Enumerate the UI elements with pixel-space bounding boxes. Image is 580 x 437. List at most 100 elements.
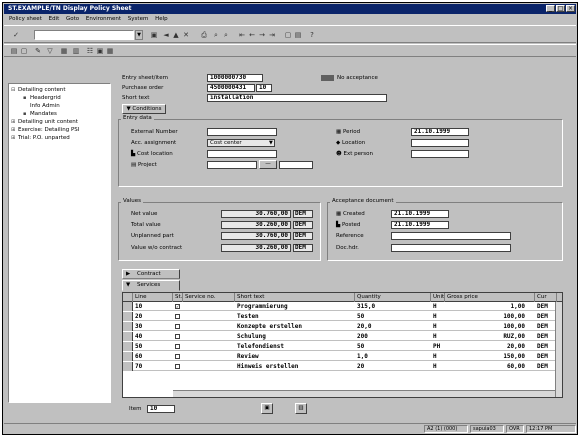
cell-price[interactable]: 1,00 xyxy=(445,302,535,311)
details-button[interactable]: ▣ xyxy=(261,403,273,414)
services-icon[interactable]: ☷ xyxy=(86,47,94,55)
help-icon[interactable]: ? xyxy=(308,31,316,39)
project-field[interactable] xyxy=(207,161,257,169)
table-row[interactable]: 50 Telefondienst 50 PH 20,00 DEM xyxy=(123,342,562,351)
cell-text[interactable]: Hinweis erstellen xyxy=(235,362,355,371)
cell-currency[interactable]: DEM xyxy=(535,322,557,331)
created-field[interactable]: 21.10.1999 xyxy=(391,210,449,218)
table-row[interactable]: 10 ✓ Programmierung 315,0 H 1,00 DEM xyxy=(123,302,562,311)
cell-quantity[interactable]: 200 xyxy=(355,332,431,341)
exit-icon[interactable]: ▲ xyxy=(172,31,180,39)
column-header-currency[interactable]: Cur xyxy=(535,293,557,302)
reference-field[interactable] xyxy=(391,232,511,240)
row-checkbox[interactable] xyxy=(175,334,180,339)
cell-price[interactable]: 20,00 xyxy=(445,342,535,351)
tab-contract[interactable]: ▶ Contract xyxy=(122,269,180,279)
cell-price[interactable]: 100,00 xyxy=(445,322,535,331)
row-selector[interactable] xyxy=(123,332,133,341)
row-checkbox[interactable] xyxy=(175,354,180,359)
cell-line[interactable]: 30 xyxy=(133,322,173,331)
column-header-status[interactable]: St. xyxy=(173,293,183,302)
row-selector[interactable] xyxy=(123,312,133,321)
tree-item[interactable]: ⊟ Detailing content xyxy=(11,87,66,94)
command-dropdown-button[interactable]: ▼ xyxy=(135,30,143,40)
acct-assign-select[interactable]: Cost center xyxy=(207,139,275,147)
cell-currency[interactable]: DEM xyxy=(535,352,557,361)
chevron-down-icon[interactable]: ▼ xyxy=(269,140,273,146)
cell-price[interactable]: RUZ,00 xyxy=(445,332,535,341)
ext-person-field[interactable] xyxy=(411,150,469,158)
filter-icon[interactable]: ▽ xyxy=(46,47,54,55)
row-checkbox[interactable] xyxy=(175,314,180,319)
cell-line[interactable]: 40 xyxy=(133,332,173,341)
delete-button[interactable]: ▥ xyxy=(295,403,307,414)
table-row[interactable]: 20 Testen 50 H 100,00 DEM xyxy=(123,312,562,321)
conditions-button[interactable]: ▼ Conditions xyxy=(122,104,166,114)
tree-item[interactable]: ⊞ Trial: P.O. unparted xyxy=(11,135,70,142)
cell-currency[interactable]: DEM xyxy=(535,332,557,341)
row-selector[interactable] xyxy=(123,302,133,311)
menu-policy-sheet[interactable]: Policy sheet xyxy=(9,16,42,22)
copy-icon[interactable]: ▥ xyxy=(72,47,80,55)
cell-currency[interactable]: DEM xyxy=(535,312,557,321)
row-checkbox[interactable] xyxy=(175,344,180,349)
table-vertical-scrollbar[interactable] xyxy=(555,302,562,397)
column-header-text[interactable]: Short text xyxy=(235,293,355,302)
enter-icon[interactable]: ✓ xyxy=(12,31,20,39)
table-row[interactable]: 40 Schulung 200 H RUZ,00 DEM xyxy=(123,332,562,341)
menu-edit[interactable]: Edit xyxy=(49,16,60,22)
next-page-icon[interactable]: → xyxy=(258,31,266,39)
cell-price[interactable]: 100,00 xyxy=(445,312,535,321)
cell-text[interactable]: Schulung xyxy=(235,332,355,341)
cell-text[interactable]: Konzepte erstellen xyxy=(235,322,355,331)
posted-field[interactable]: 21.10.1999 xyxy=(391,221,449,229)
new-session-icon[interactable]: ▢ xyxy=(284,31,292,39)
shortcut-icon[interactable]: ▤ xyxy=(294,31,302,39)
menu-goto[interactable]: Goto xyxy=(66,16,79,22)
cell-unit[interactable]: H xyxy=(431,362,445,371)
cell-text[interactable]: Review xyxy=(235,352,355,361)
cell-text[interactable]: Programmierung xyxy=(235,302,355,311)
cell-unit[interactable]: H xyxy=(431,302,445,311)
project-extra-field[interactable] xyxy=(279,161,313,169)
cell-currency[interactable]: DEM xyxy=(535,362,557,371)
print-icon[interactable]: ⎙ xyxy=(200,31,208,39)
cell-quantity[interactable]: 50 xyxy=(355,312,431,321)
entry-sheet-field[interactable]: 1000000730 xyxy=(207,74,263,82)
cell-quantity[interactable]: 20 xyxy=(355,362,431,371)
command-field[interactable] xyxy=(34,30,134,40)
cell-unit[interactable]: H xyxy=(431,312,445,321)
table-row[interactable]: 60 Review 1,0 H 150,00 DEM xyxy=(123,352,562,361)
cell-unit[interactable]: H xyxy=(431,332,445,341)
project-search-button[interactable]: — xyxy=(259,160,277,169)
row-selector[interactable] xyxy=(123,362,133,371)
short-text-field[interactable]: installation xyxy=(207,94,387,102)
purchase-order-item-field[interactable]: 10 xyxy=(256,84,272,92)
maximize-button[interactable]: □ xyxy=(556,5,565,12)
ext-number-field[interactable] xyxy=(207,128,277,136)
column-header-quantity[interactable]: Quantity xyxy=(355,293,431,302)
minimize-button[interactable]: _ xyxy=(546,5,555,12)
cell-price[interactable]: 150,00 xyxy=(445,352,535,361)
list-icon[interactable]: ▣ xyxy=(96,47,104,55)
cell-service[interactable] xyxy=(183,312,235,321)
row-checkbox[interactable] xyxy=(175,324,180,329)
create-icon[interactable]: ▢ xyxy=(20,47,28,55)
cell-line[interactable]: 60 xyxy=(133,352,173,361)
cell-line[interactable]: 20 xyxy=(133,312,173,321)
table-horizontal-scrollbar[interactable] xyxy=(173,390,555,397)
location-field[interactable] xyxy=(411,139,469,147)
cell-quantity[interactable]: 1,0 xyxy=(355,352,431,361)
previous-page-icon[interactable]: ← xyxy=(248,31,256,39)
cell-quantity[interactable]: 315,0 xyxy=(355,302,431,311)
cell-currency[interactable]: DEM xyxy=(535,342,557,351)
cell-price[interactable]: 60,00 xyxy=(445,362,535,371)
period-field[interactable]: 21.10.1999 xyxy=(411,128,469,136)
cell-text[interactable]: Telefondienst xyxy=(235,342,355,351)
column-header-line[interactable]: Line xyxy=(133,293,173,302)
column-header-unit[interactable]: Unit xyxy=(431,293,445,302)
cell-line[interactable]: 50 xyxy=(133,342,173,351)
save-icon[interactable]: ▣ xyxy=(150,31,158,39)
cancel-icon[interactable]: ✕ xyxy=(182,31,190,39)
find-next-icon[interactable]: ⌕ xyxy=(222,31,230,39)
